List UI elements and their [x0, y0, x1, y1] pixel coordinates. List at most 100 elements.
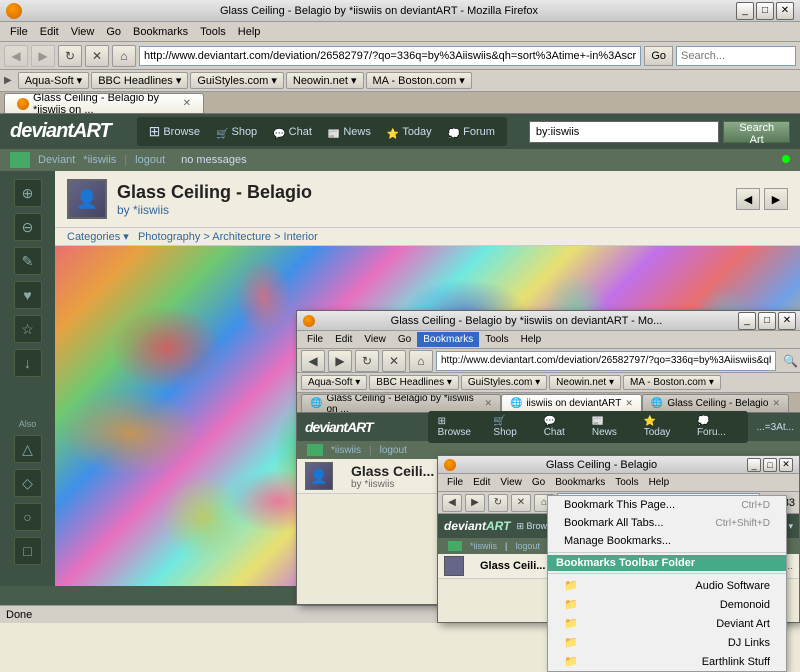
browser2-tab1-close[interactable]: ✕ — [625, 398, 633, 409]
browser2-nav-forum[interactable]: 💭 Foru... — [693, 414, 743, 440]
browser2-bm-ma[interactable]: MA - Boston.com ▾ — [623, 375, 721, 390]
browser3-menu-go[interactable]: Go — [527, 476, 550, 489]
da-search-input[interactable] — [529, 121, 719, 143]
menu-help[interactable]: Help — [232, 24, 267, 40]
bm-menu-bookmark-page[interactable]: Bookmark This Page... Ctrl+D — [548, 496, 786, 514]
breadcrumb-photography[interactable]: Photography — [138, 231, 200, 243]
browser2-nav-today[interactable]: ⭐ Today — [640, 414, 687, 440]
browser2-nav-shop[interactable]: 🛒 Shop — [489, 414, 533, 440]
stop-button[interactable]: ✕ — [85, 45, 109, 67]
sidebar-zoom-in[interactable]: ⊕ — [14, 179, 42, 207]
tab-0[interactable]: Glass Ceiling - Belagio by *iiswiis on .… — [4, 93, 204, 113]
close-button[interactable]: ✕ — [776, 2, 794, 20]
browser2-close[interactable]: ✕ — [778, 312, 796, 330]
browser2-minimize[interactable]: _ — [738, 312, 756, 330]
browser2-menu-view[interactable]: View — [358, 332, 392, 347]
browser2-nav-news[interactable]: 📰 News — [588, 414, 634, 440]
menu-edit[interactable]: Edit — [34, 24, 65, 40]
next-artwork-button[interactable]: ▶ — [764, 188, 788, 210]
bookmark-bbc[interactable]: BBC Headlines ▾ — [91, 72, 188, 89]
da-search-button[interactable]: Search Art — [723, 121, 790, 143]
browser2-nav-chat[interactable]: 💬 Chat — [540, 414, 582, 440]
bm-item-deviant-art[interactable]: 📁 Deviant Art — [548, 614, 786, 633]
back-button[interactable]: ◀ — [4, 45, 28, 67]
browser3-menu-help[interactable]: Help — [644, 476, 675, 489]
breadcrumb-interior[interactable]: Interior — [284, 231, 318, 243]
browser2-reload[interactable]: ↻ — [355, 350, 379, 372]
sidebar-watch[interactable]: ☆ — [14, 315, 42, 343]
browser2-menu-tools[interactable]: Tools — [479, 332, 514, 347]
bookmark-ma-boston[interactable]: MA - Boston.com ▾ — [366, 72, 472, 89]
browser2-home[interactable]: ⌂ — [409, 350, 433, 372]
browser3-back[interactable]: ◀ — [442, 494, 462, 512]
bm-menu-bookmark-all-tabs[interactable]: Bookmark All Tabs... Ctrl+Shift+D — [548, 514, 786, 532]
browser2-back[interactable]: ◀ — [301, 350, 325, 372]
sidebar-zoom-out[interactable]: ⊖ — [14, 213, 42, 241]
browser3-menu-file[interactable]: File — [442, 476, 468, 489]
categories-dropdown[interactable]: Categories ▾ — [67, 231, 129, 243]
bookmark-aquasoft[interactable]: Aqua-Soft ▾ — [18, 72, 90, 89]
browser2-menu-file[interactable]: File — [301, 332, 329, 347]
browser3-close[interactable]: ✕ — [779, 458, 793, 472]
home-button[interactable]: ⌂ — [112, 45, 136, 67]
browser2-tab0-close[interactable]: ✕ — [484, 398, 492, 409]
browser3-maximize[interactable]: □ — [763, 458, 777, 472]
browser2-bm-neowin[interactable]: Neowin.net ▾ — [549, 375, 621, 390]
da-nav-forum[interactable]: Forum — [444, 122, 499, 142]
menu-view[interactable]: View — [65, 24, 101, 40]
sidebar-fav[interactable]: ♥ — [14, 281, 42, 309]
da-nav-news[interactable]: News — [324, 122, 375, 142]
browser2-bm-gui[interactable]: GuiStyles.com ▾ — [461, 375, 547, 390]
browser3-menu-bookmarks[interactable]: Bookmarks — [550, 476, 610, 489]
browser3-menu-tools[interactable]: Tools — [610, 476, 643, 489]
sidebar-also-4[interactable]: □ — [14, 537, 42, 565]
da-nav-today[interactable]: Today — [383, 122, 436, 142]
browser2-bm-aquasoft[interactable]: Aqua-Soft ▾ — [301, 375, 367, 390]
sidebar-also-2[interactable]: ◇ — [14, 469, 42, 497]
browser3-menu-view[interactable]: View — [495, 476, 527, 489]
bm-item-earthlink[interactable]: 📁 Earthlink Stuff — [548, 652, 786, 671]
browser3-logout[interactable]: logout — [515, 541, 540, 551]
prev-artwork-button[interactable]: ◀ — [736, 188, 760, 210]
bm-item-dj-links[interactable]: 📁 DJ Links — [548, 633, 786, 652]
browser2-menu-bookmarks[interactable]: Bookmarks — [417, 332, 479, 347]
browser2-nav-browse[interactable]: ⊞ Browse — [434, 414, 484, 440]
da-nav-chat[interactable]: Chat — [269, 122, 316, 142]
da-toolbar-deviant-link[interactable]: Deviant — [38, 154, 75, 166]
sidebar-download[interactable]: ↓ — [14, 349, 42, 377]
menu-file[interactable]: File — [4, 24, 34, 40]
browser2-tab2-close[interactable]: ✕ — [772, 398, 780, 409]
browser2-address-bar[interactable] — [436, 351, 776, 371]
browser3-menu-edit[interactable]: Edit — [468, 476, 495, 489]
browser2-stop[interactable]: ✕ — [382, 350, 406, 372]
browser3-minimize[interactable]: _ — [747, 458, 761, 472]
browser2-username[interactable]: *iiswiis — [331, 445, 361, 456]
artist-link[interactable]: *iiswiis — [133, 203, 169, 217]
reload-button[interactable]: ↻ — [58, 45, 82, 67]
go-button[interactable]: Go — [644, 46, 673, 66]
da-toolbar-logout-link[interactable]: logout — [135, 154, 165, 166]
browser2-logout[interactable]: logout — [380, 445, 407, 456]
bm-item-demonoid[interactable]: 📁 Demonoid — [548, 595, 786, 614]
da-nav-browse[interactable]: Browse — [145, 121, 204, 142]
menu-bookmarks[interactable]: Bookmarks — [127, 24, 194, 40]
da-toolbar-username-link[interactable]: *iiswiis — [83, 154, 116, 166]
browser2-tab-1[interactable]: 🌐 iiswiis on deviantART ✕ — [501, 394, 642, 412]
browser3-username[interactable]: *iiswiis — [470, 541, 497, 551]
browser2-menu-go[interactable]: Go — [392, 332, 417, 347]
tab-close-button[interactable]: ✕ — [183, 98, 191, 109]
address-bar[interactable] — [139, 46, 641, 66]
browser3-reload[interactable]: ↻ — [488, 494, 508, 512]
bookmark-neowin[interactable]: Neowin.net ▾ — [286, 72, 364, 89]
maximize-button[interactable]: □ — [756, 2, 774, 20]
browser2-bm-bbc[interactable]: BBC Headlines ▾ — [369, 375, 459, 390]
search-box[interactable] — [676, 46, 796, 66]
sidebar-edit[interactable]: ✎ — [14, 247, 42, 275]
browser2-tab-2[interactable]: 🌐 Glass Ceiling - Belagio ✕ — [642, 394, 789, 412]
menu-go[interactable]: Go — [100, 24, 127, 40]
browser2-forward[interactable]: ▶ — [328, 350, 352, 372]
browser2-maximize[interactable]: □ — [758, 312, 776, 330]
sidebar-also-1[interactable]: △ — [14, 435, 42, 463]
breadcrumb-architecture[interactable]: Architecture — [212, 231, 271, 243]
bookmark-guistyles[interactable]: GuiStyles.com ▾ — [190, 72, 284, 89]
